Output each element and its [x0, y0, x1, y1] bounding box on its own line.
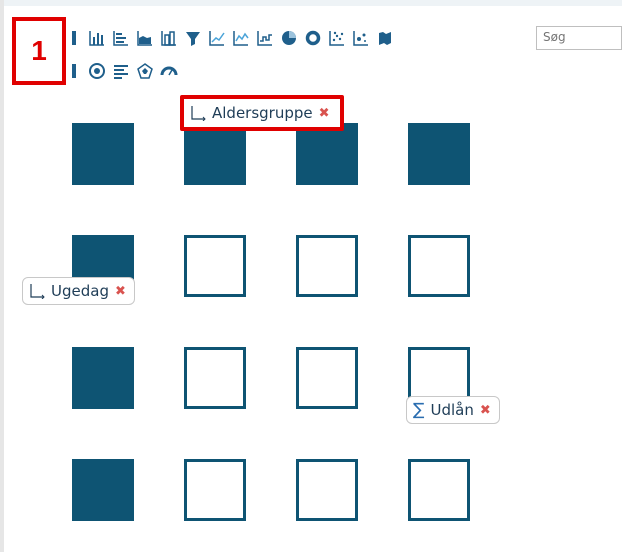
grid-cell-filled [408, 123, 470, 185]
grid-cell-filled [72, 459, 134, 521]
chip-label: Aldersgruppe [212, 104, 313, 122]
grid-cell-empty [184, 235, 246, 297]
measure-field-chip[interactable]: ∑ Udlån ✖ [406, 396, 500, 424]
grid-chart-icon[interactable] [70, 29, 88, 47]
step-chart-icon[interactable] [256, 29, 274, 47]
axis-icon [29, 283, 45, 299]
grid-cell-empty [296, 459, 358, 521]
combo-line-icon[interactable] [232, 29, 250, 47]
target-icon[interactable] [88, 62, 106, 80]
sum-icon: ∑ [413, 399, 425, 420]
grid-cell-filled [296, 123, 358, 185]
search-box[interactable] [536, 26, 622, 50]
radar-icon[interactable] [136, 62, 154, 80]
remove-icon[interactable]: ✖ [480, 403, 491, 418]
grid-cell-empty [184, 347, 246, 409]
table-icon[interactable] [70, 62, 88, 80]
bubble-chart-icon[interactable] [352, 29, 370, 47]
donut-chart-icon[interactable] [304, 29, 322, 47]
bar-chart-icon[interactable] [88, 29, 106, 47]
grid-cell-empty [296, 347, 358, 409]
top-strip [0, 0, 622, 6]
gauge-icon[interactable] [160, 62, 178, 80]
column-field-chip[interactable]: Aldersgruppe ✖ [180, 95, 344, 131]
step-number: 1 [31, 35, 47, 66]
grid-cell-empty [408, 235, 470, 297]
remove-icon[interactable]: ✖ [115, 284, 126, 299]
window-border [0, 0, 4, 552]
line-chart-icon[interactable] [208, 29, 226, 47]
grid-cell-empty [408, 459, 470, 521]
grid-cell-filled [184, 123, 246, 185]
grid-cell-filled [72, 347, 134, 409]
grid-cell-empty [184, 459, 246, 521]
grid-cell-filled [72, 123, 134, 185]
row-field-chip[interactable]: Ugedag ✖ [22, 277, 135, 305]
area-chart-icon[interactable] [136, 29, 154, 47]
chip-label: Udlån [430, 401, 474, 419]
horizontal-bar-icon[interactable] [112, 29, 130, 47]
column-chart-icon[interactable] [160, 29, 178, 47]
scatter-chart-icon[interactable] [328, 29, 346, 47]
pie-chart-icon[interactable] [280, 29, 298, 47]
axis-icon [190, 105, 206, 121]
chip-label: Ugedag [51, 282, 109, 300]
grid-cell-empty [296, 235, 358, 297]
text-list-icon[interactable] [112, 62, 130, 80]
step-callout: 1 [12, 17, 66, 85]
map-icon[interactable] [376, 29, 394, 47]
search-input[interactable] [543, 30, 615, 44]
funnel-icon[interactable] [184, 29, 202, 47]
remove-icon[interactable]: ✖ [319, 106, 330, 121]
